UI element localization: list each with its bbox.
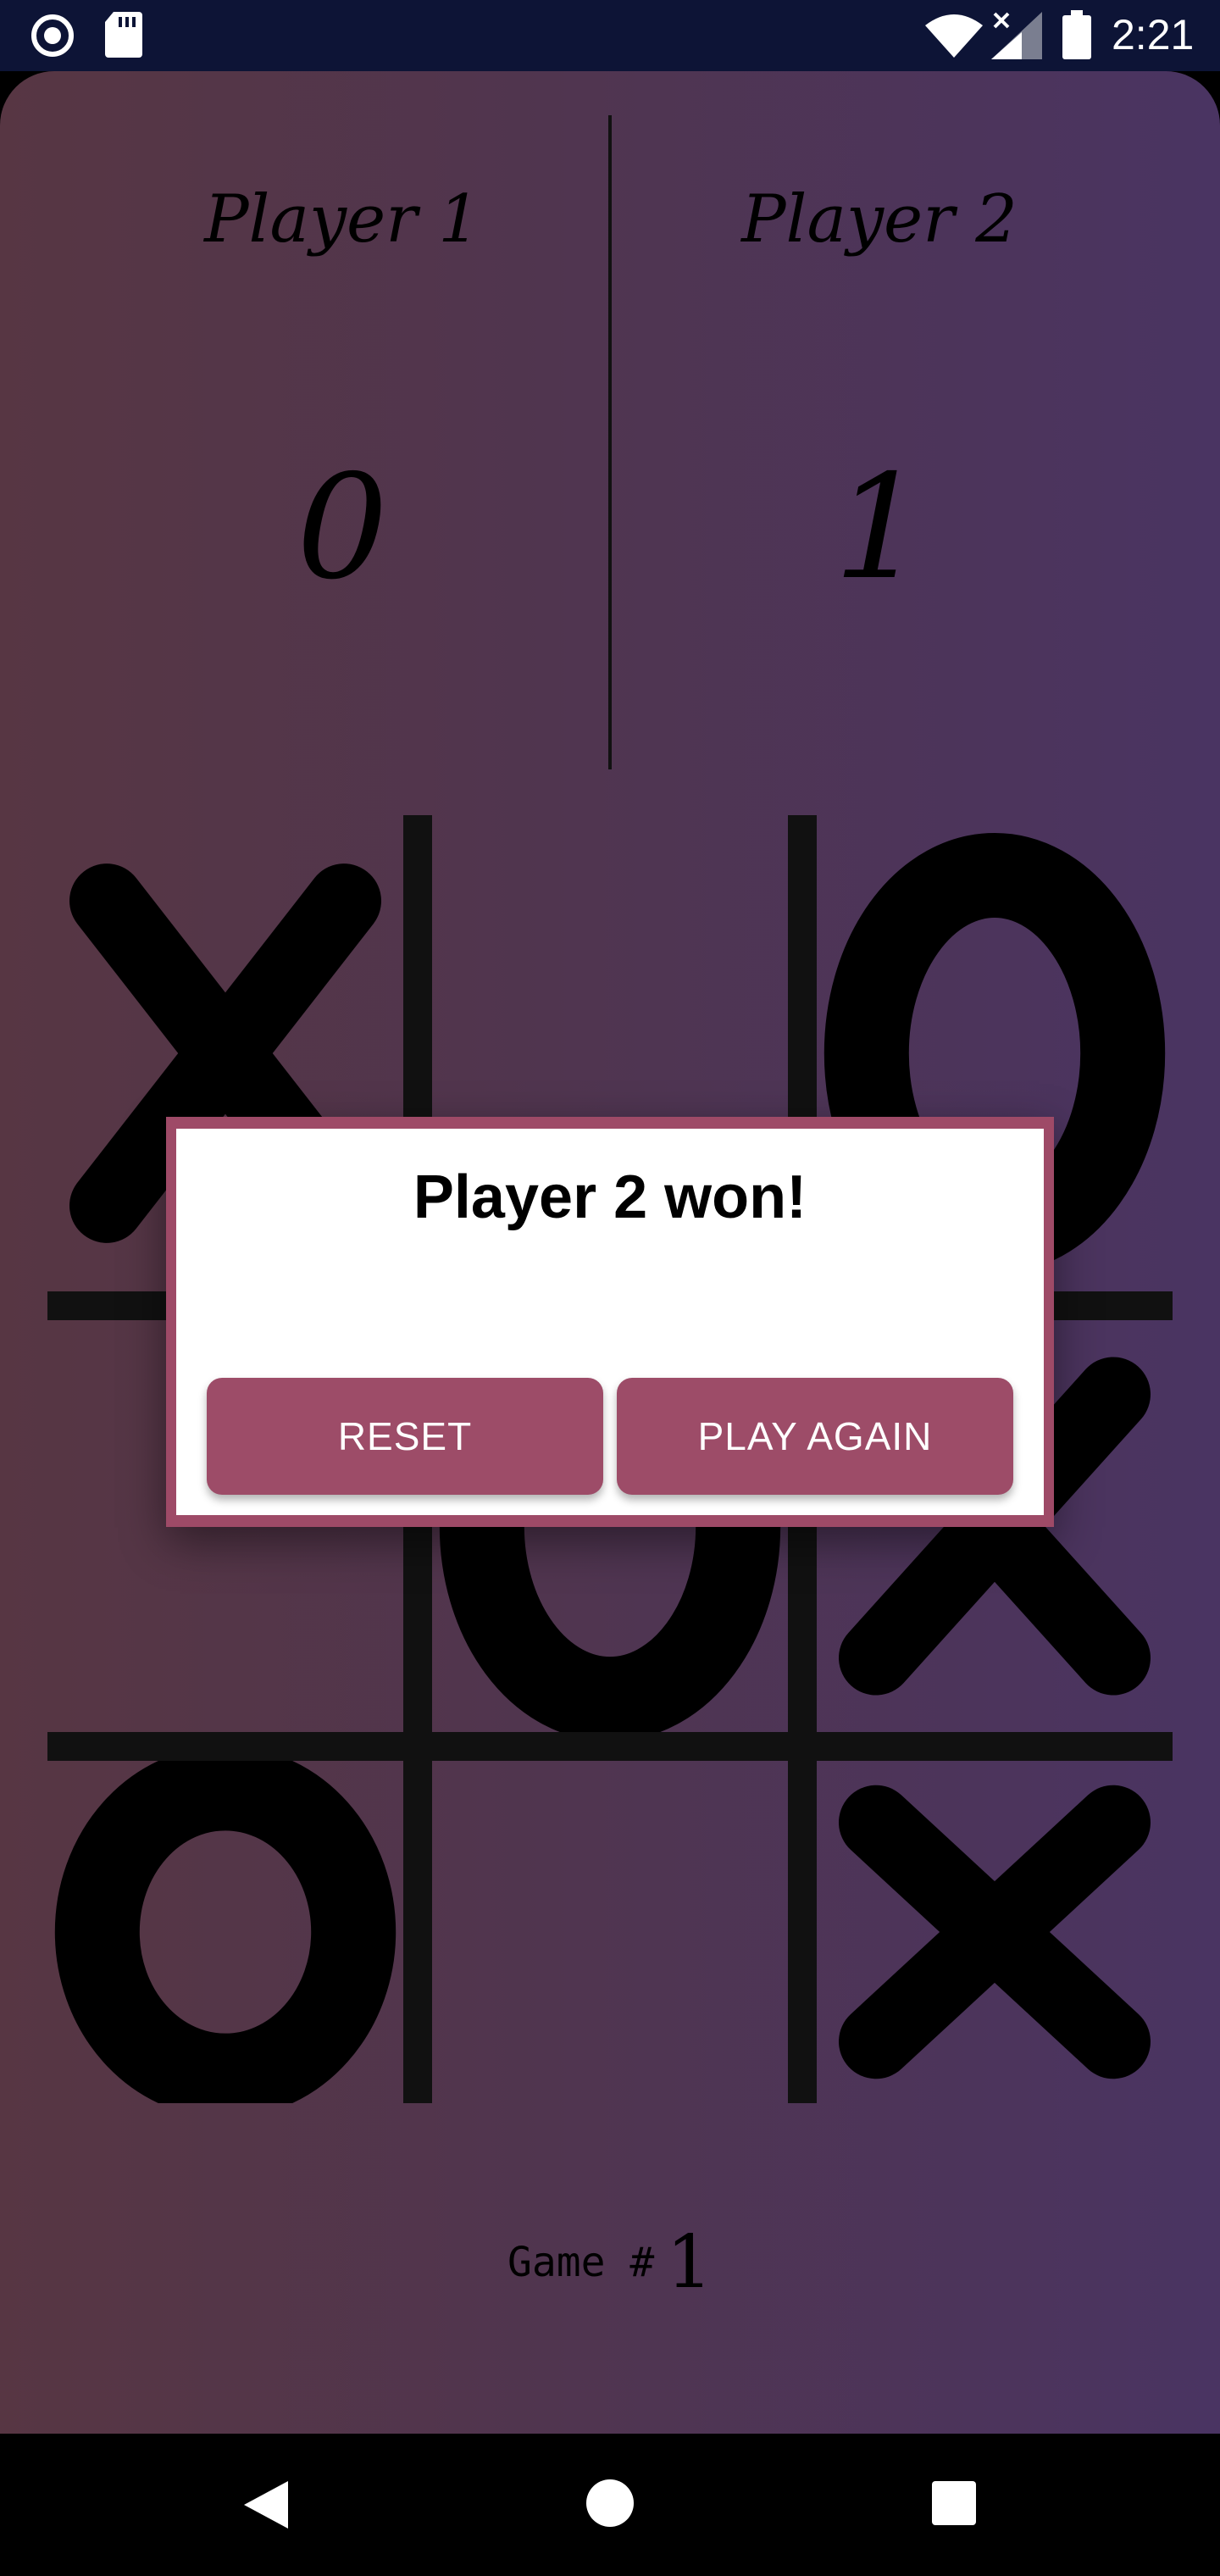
dialog-title: Player 2 won! (413, 1163, 807, 1231)
player-2-score: 1 (833, 444, 926, 612)
board-cell-7[interactable] (47, 1761, 403, 2103)
board-cell-8[interactable] (432, 1761, 788, 2103)
player-2-label: Player 2 (741, 181, 1018, 258)
player-1-label: Player 1 (204, 181, 480, 258)
result-dialog: Player 2 won! RESET PLAY AGAIN (166, 1117, 1054, 1527)
navigation-bar (0, 2434, 1220, 2576)
board-cell-9[interactable] (817, 1761, 1173, 2103)
status-bar: 2:21 (0, 0, 1220, 71)
x-mark (839, 1785, 1151, 2079)
game-counter-number: 1 (666, 2220, 713, 2305)
record-icon (29, 12, 76, 63)
battery-icon (1062, 10, 1091, 63)
score-divider (608, 115, 612, 769)
no-signal-icon (991, 12, 1042, 63)
o-mark (54, 1761, 396, 2103)
player-1-score: 0 (296, 444, 389, 612)
game-screen: Player 1 0 Player 2 1 Game #1 Player 2 w… (0, 71, 1220, 2434)
game-counter: Game #1 (0, 2220, 1220, 2305)
play-again-button[interactable]: PLAY AGAIN (617, 1378, 1013, 1495)
recents-icon[interactable] (932, 2481, 976, 2529)
reset-button[interactable]: RESET (207, 1378, 603, 1495)
wifi-icon (925, 14, 983, 61)
back-icon[interactable] (241, 2478, 291, 2535)
dialog-content: Player 2 won! RESET PLAY AGAIN (176, 1129, 1044, 1515)
status-time: 2:21 (1112, 11, 1195, 58)
home-icon[interactable] (585, 2478, 635, 2532)
sd-card-icon (105, 12, 142, 61)
grid-line-horizontal-2 (47, 1732, 1173, 1761)
game-counter-label: Game # (507, 2239, 655, 2286)
cell-mark (54, 1761, 396, 2103)
cell-mark (839, 1785, 1151, 2079)
cell-mark (432, 1761, 788, 2103)
